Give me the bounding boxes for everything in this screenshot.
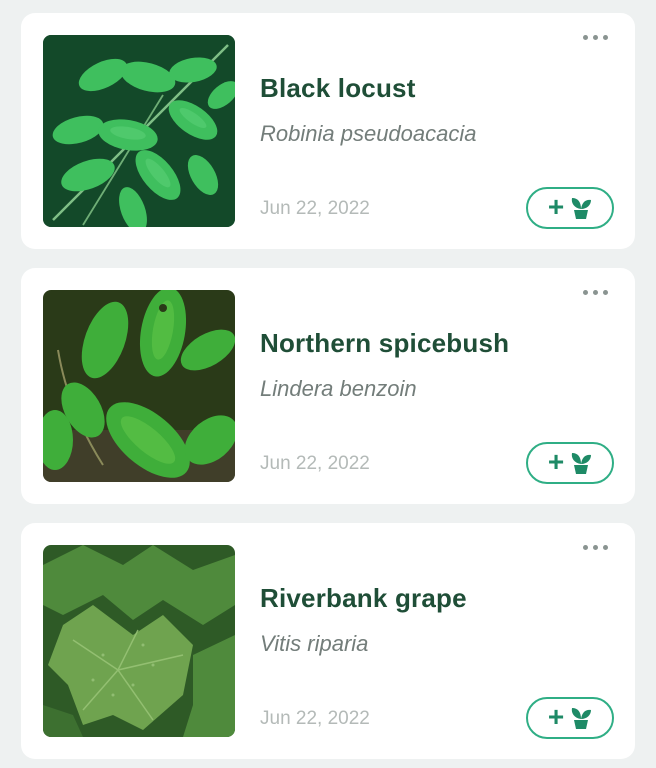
more-options-button[interactable]: [575, 27, 615, 47]
potted-plant-icon: [571, 198, 592, 219]
more-dots-icon: [602, 289, 608, 295]
potted-plant-icon: [571, 708, 592, 729]
add-to-garden-button[interactable]: +: [526, 442, 614, 484]
plus-icon: +: [547, 445, 565, 477]
more-options-button[interactable]: [575, 282, 615, 302]
add-to-garden-button[interactable]: +: [526, 187, 614, 229]
more-dots-icon: [592, 34, 598, 40]
plus-icon: +: [547, 700, 565, 732]
identified-date: Jun 22, 2022: [260, 198, 370, 219]
more-dots-icon: [592, 544, 598, 550]
plant-card[interactable]: Northern spicebush Lindera benzoin Jun 2…: [21, 268, 635, 504]
plant-list: Black locust Robinia pseudoacacia Jun 22…: [0, 0, 656, 768]
plant-common-name: Northern spicebush: [260, 328, 510, 358]
black-locust-leaf-photo: [43, 35, 235, 227]
spicebush-leaf-photo: [43, 290, 235, 482]
add-to-garden-button[interactable]: +: [526, 697, 614, 739]
plant-photo[interactable]: [43, 545, 235, 737]
plant-card[interactable]: Riverbank grape Vitis riparia Jun 22, 20…: [21, 523, 635, 759]
more-dots-icon: [582, 289, 588, 295]
plant-scientific-name: Vitis riparia: [260, 631, 369, 656]
plus-icon: +: [547, 190, 565, 222]
more-dots-icon: [592, 289, 598, 295]
plant-scientific-name: Robinia pseudoacacia: [260, 121, 477, 146]
plant-scientific-name: Lindera benzoin: [260, 376, 417, 401]
plant-photo[interactable]: [43, 35, 235, 227]
plant-card[interactable]: Black locust Robinia pseudoacacia Jun 22…: [21, 13, 635, 249]
plant-photo[interactable]: [43, 290, 235, 482]
identified-date: Jun 22, 2022: [260, 708, 370, 729]
more-dots-icon: [582, 544, 588, 550]
more-dots-icon: [582, 34, 588, 40]
plant-common-name: Riverbank grape: [260, 583, 467, 613]
potted-plant-icon: [571, 453, 592, 474]
identified-date: Jun 22, 2022: [260, 453, 370, 474]
more-dots-icon: [602, 544, 608, 550]
plant-common-name: Black locust: [260, 73, 416, 103]
grape-leaf-photo: [43, 545, 235, 737]
more-dots-icon: [602, 34, 608, 40]
more-options-button[interactable]: [575, 537, 615, 557]
